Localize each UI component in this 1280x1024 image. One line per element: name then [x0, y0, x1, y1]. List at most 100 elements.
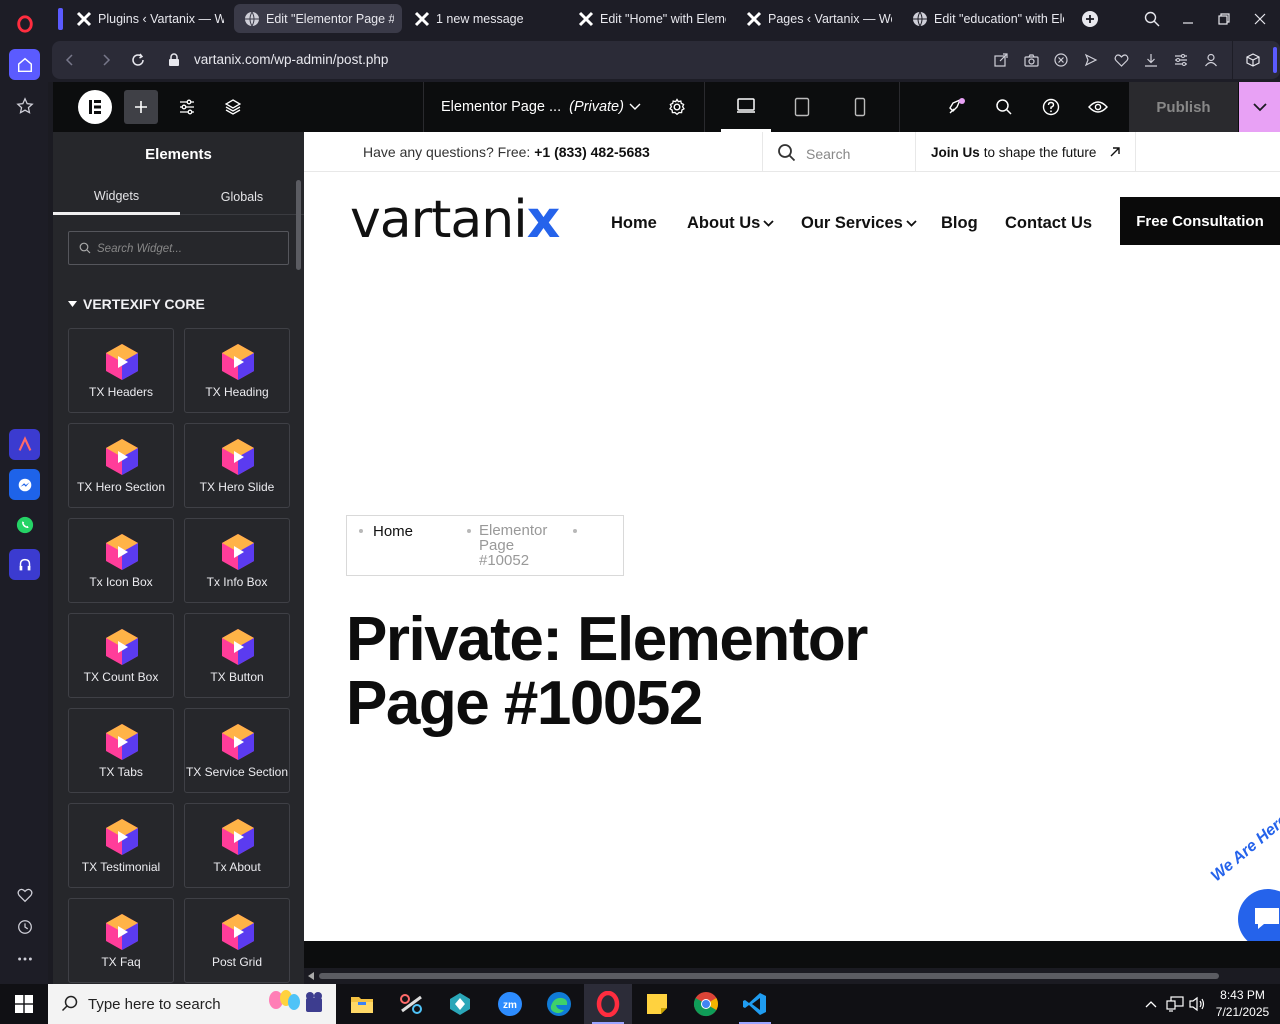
windows-start-icon[interactable]	[0, 984, 48, 1024]
publish-button[interactable]: Publish	[1129, 82, 1238, 132]
tab-widgets[interactable]: Widgets	[53, 180, 180, 215]
tablet-view-icon[interactable]	[789, 82, 815, 132]
search-widget-input[interactable]	[97, 239, 282, 259]
adblock-icon[interactable]	[1052, 51, 1070, 69]
join-us-link[interactable]: Join Us to shape the future	[916, 132, 1136, 172]
free-consultation-button[interactable]: Free Consultation	[1120, 197, 1280, 245]
more-dots-icon[interactable]	[9, 943, 40, 974]
tab-new-message[interactable]: 1 new message	[404, 4, 564, 33]
widget-tx-button[interactable]: TX Button	[184, 613, 290, 698]
volume-icon[interactable]	[1188, 994, 1208, 1014]
widget-tx-icon-box[interactable]: Tx Icon Box	[68, 518, 174, 603]
chevron-down-icon[interactable]	[627, 82, 643, 132]
opera-logo-icon[interactable]	[9, 8, 40, 39]
widget-tx-tabs[interactable]: TX Tabs	[68, 708, 174, 793]
close-window-icon[interactable]	[1242, 0, 1278, 38]
taskbar-clock[interactable]: 8:43 PM 7/21/2025	[1210, 987, 1275, 1021]
bookmark-heart-icon[interactable]	[1112, 51, 1130, 69]
tab-edit-elementor-page[interactable]: Edit "Elementor Page #10052"	[234, 4, 402, 33]
page-settings-gear-icon[interactable]	[665, 82, 689, 132]
widget-tx-hero-slide[interactable]: TX Hero Slide	[184, 423, 290, 508]
tab-pages[interactable]: Pages ‹ Vartanix — WordPress	[736, 4, 900, 33]
scrollbar-thumb[interactable]	[319, 973, 1219, 979]
music-player-icon[interactable]	[9, 549, 40, 580]
url-text[interactable]: vartanix.com/wp-admin/post.php	[194, 52, 388, 67]
new-tab-plus-icon[interactable]	[1082, 11, 1098, 27]
vscode-icon[interactable]	[731, 984, 779, 1024]
whats-new-rocket-icon[interactable]	[943, 82, 969, 132]
preview-eye-icon[interactable]	[1085, 82, 1111, 132]
structure-layers-icon[interactable]	[221, 82, 245, 132]
nav-our-services[interactable]: Our Services	[801, 214, 917, 233]
widget-tx-headers[interactable]: TX Headers	[68, 328, 174, 413]
nav-home[interactable]: Home	[611, 214, 657, 233]
camera-icon[interactable]	[1022, 51, 1040, 69]
publish-options-chevron-icon[interactable]	[1239, 82, 1280, 132]
widget-tx-info-box[interactable]: Tx Info Box	[184, 518, 290, 603]
widget-tx-service-section[interactable]: TX Service Section	[184, 708, 290, 793]
desktop-view-icon[interactable]	[721, 82, 771, 132]
tab-search-icon[interactable]	[1134, 0, 1170, 38]
forward-icon[interactable]	[96, 50, 116, 70]
add-element-button[interactable]	[124, 82, 158, 132]
elementor-logo-icon[interactable]	[77, 82, 113, 132]
widget-tx-hero-section[interactable]: TX Hero Section	[68, 423, 174, 508]
restore-icon[interactable]	[1206, 0, 1242, 38]
zoom-icon[interactable]: zm	[486, 984, 534, 1024]
star-icon[interactable]	[9, 90, 40, 121]
site-settings-sliders-icon[interactable]	[175, 82, 199, 132]
breadcrumb-home[interactable]: Home	[373, 523, 413, 540]
site-search-box[interactable]: Search	[762, 132, 916, 172]
heart-icon[interactable]	[9, 879, 40, 910]
send-to-icon[interactable]	[992, 51, 1010, 69]
whatsapp-icon[interactable]	[9, 509, 40, 540]
snipping-tool-icon[interactable]	[388, 984, 436, 1024]
app-diamond-icon[interactable]	[436, 984, 484, 1024]
widget-tx-about[interactable]: Tx About	[184, 803, 290, 888]
preview-canvas[interactable]: Have any questions? Free: +1 (833) 482-5…	[304, 132, 1280, 941]
tab-edit-home[interactable]: Edit "Home" with Elementor	[568, 4, 734, 33]
tab-globals[interactable]: Globals	[180, 180, 304, 215]
reload-icon[interactable]	[128, 50, 148, 70]
chat-widget-button[interactable]	[1238, 889, 1280, 941]
file-explorer-icon[interactable]	[338, 984, 386, 1024]
nav-about-us[interactable]: About Us	[687, 214, 774, 233]
help-question-icon[interactable]	[1038, 82, 1064, 132]
mobile-view-icon[interactable]	[847, 82, 873, 132]
widget-tx-testimonial[interactable]: TX Testimonial	[68, 803, 174, 888]
category-vertexify-core[interactable]: VERTEXIFY CORE	[68, 296, 205, 312]
extensions-cube-icon[interactable]	[1244, 51, 1262, 69]
widget-tx-faq[interactable]: TX Faq	[68, 898, 174, 983]
edge-icon[interactable]	[535, 984, 583, 1024]
sticky-notes-icon[interactable]	[633, 984, 681, 1024]
messenger-icon[interactable]	[9, 469, 40, 500]
scroll-left-icon[interactable]	[308, 972, 315, 980]
flow-send-icon[interactable]	[1082, 51, 1100, 69]
nav-blog[interactable]: Blog	[941, 214, 978, 233]
history-icon[interactable]	[9, 911, 40, 942]
profile-icon[interactable]	[1202, 51, 1220, 69]
tab-plugins[interactable]: Plugins ‹ Vartanix — WordPress	[66, 4, 232, 33]
widget-post-grid[interactable]: Post Grid	[184, 898, 290, 983]
aria-icon[interactable]	[9, 429, 40, 460]
easy-setup-icon[interactable]	[1172, 51, 1190, 69]
chrome-icon[interactable]	[682, 984, 730, 1024]
phone-link[interactable]: +1 (833) 482-5683	[534, 144, 650, 160]
opera-taskbar-icon[interactable]	[584, 984, 632, 1024]
tray-chevron-up-icon[interactable]	[1141, 994, 1161, 1014]
minimize-icon[interactable]	[1170, 0, 1206, 38]
download-icon[interactable]	[1142, 51, 1160, 69]
home-icon[interactable]	[9, 49, 40, 80]
lock-icon[interactable]	[164, 50, 184, 70]
network-icon[interactable]	[1165, 994, 1185, 1014]
page-name-dropdown[interactable]: Elementor Page ... (Private)	[441, 99, 624, 115]
panel-scrollbar[interactable]	[296, 180, 301, 270]
horizontal-scrollbar[interactable]	[304, 968, 1280, 984]
back-icon[interactable]	[60, 50, 80, 70]
tab-edit-education[interactable]: Edit "education" with Elementor	[902, 4, 1072, 33]
taskbar-search[interactable]: Type here to search	[48, 984, 336, 1024]
widget-tx-heading[interactable]: TX Heading	[184, 328, 290, 413]
widget-tx-count-box[interactable]: TX Count Box	[68, 613, 174, 698]
nav-contact-us[interactable]: Contact Us	[1005, 214, 1092, 233]
site-logo[interactable]: vartanix	[350, 190, 560, 250]
